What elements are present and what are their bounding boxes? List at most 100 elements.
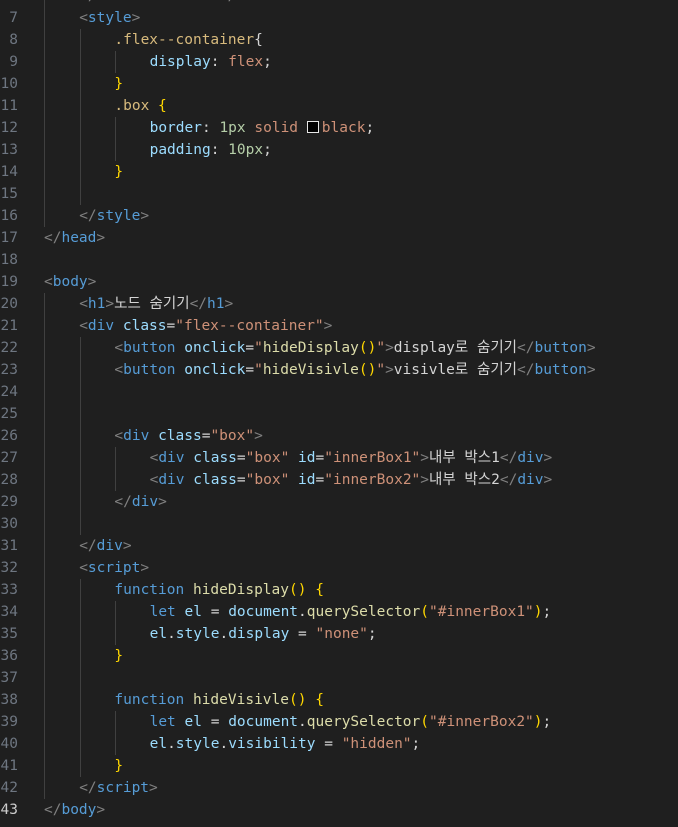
code-token: class [193,450,237,466]
line-number: 22 [0,340,18,356]
code-editor[interactable]: 7</title>Document</title>7<style>8.flex-… [0,0,678,821]
code-text: .box { [44,95,166,117]
code-token: div [517,472,544,488]
code-line[interactable]: 16 </style> [0,205,678,227]
line-number: 30 [0,516,18,532]
code-token: div [87,318,115,334]
line-number: 15 [0,186,18,202]
code-token: id [298,450,316,466]
code-token: "box" [245,472,290,488]
code-line[interactable]: 27 <div class="box" id="innerBox1">내부 박스1… [0,447,678,469]
code-token: . [298,714,307,730]
code-token: button [534,340,587,356]
line-number: 29 [0,494,18,510]
code-token: solid [254,120,299,136]
line-number: 14 [0,164,18,180]
code-token: document [228,714,299,730]
code-token: hideVisivle [262,362,359,378]
code-line[interactable]: 42 </script> [0,777,678,799]
code-line[interactable]: 30 [0,513,678,535]
code-token: () [358,340,377,356]
code-text: <div class="box"> [44,425,262,447]
code-line[interactable]: 10} [0,73,678,95]
code-line[interactable]: 14} [0,161,678,183]
code-token: querySelector [306,714,421,730]
code-line[interactable]: 37 [0,667,678,689]
code-line[interactable]: 9 display: flex; [0,51,678,73]
code-token: "flex--container" [175,318,324,334]
code-text: </title>Document</title> [44,0,289,7]
line-number: 26 [0,428,18,444]
code-token: 내부 박스1 [429,450,500,466]
code-line[interactable]: 36} [0,645,678,667]
code-text: el.style.visibility = "hidden"; [44,733,421,755]
code-line[interactable]: 20 <h1>노드 숨기기</h1> [0,293,678,315]
code-line[interactable]: 19 <body> [0,271,678,293]
code-text: let el = document.querySelector("#innerB… [44,601,552,623]
line-number: 16 [0,208,18,224]
code-line[interactable]: 29 </div> [0,491,678,513]
indent-guide [44,667,45,689]
code-line[interactable]: 23 <button onclick="hideVisivle()">visivl… [0,359,678,381]
code-token: div [131,494,159,510]
code-token: > [149,780,158,796]
code-token: "#innerBox1" [429,604,534,620]
indent-guide [44,183,45,205]
code-token: . [219,626,229,642]
code-line[interactable]: 28 <div class="box" id="innerBox2">내부 박스2… [0,469,678,491]
code-line[interactable]: 7</title>Document</title> [0,0,678,7]
code-line[interactable]: 32 <script> [0,557,678,579]
code-token: padding [149,142,211,158]
code-line[interactable]: 8 .flex--container{ [0,29,678,51]
code-line[interactable]: 26 <div class="box"> [0,425,678,447]
code-line[interactable]: 41} [0,755,678,777]
code-line[interactable]: 7 <style> [0,7,678,29]
code-token: .flex--container [114,32,255,48]
code-line[interactable]: 15 [0,183,678,205]
code-line[interactable]: 12 border: 1px solid black; [0,117,678,139]
code-line[interactable]: 34 let el = document.querySelector("#inne… [0,601,678,623]
code-token: "innerBox2" [324,472,421,488]
code-line[interactable]: 38 function hideVisivle() { [0,689,678,711]
code-line[interactable]: 25 [0,403,678,425]
code-line[interactable]: 11 .box { [0,95,678,117]
code-text: } [44,161,123,183]
code-line[interactable]: 21 <div class="flex--container"> [0,315,678,337]
code-token: > [586,340,596,356]
code-line[interactable]: 13 padding: 10px; [0,139,678,161]
code-token: body [52,274,88,290]
code-token: display로 숨기기 [393,340,517,356]
code-line[interactable]: 24 [0,381,678,403]
code-line[interactable]: 35 el.style.display = "none"; [0,623,678,645]
code-line[interactable]: 18 [0,249,678,271]
line-number: 10 [0,76,18,92]
code-token: ) [533,604,543,620]
code-text: let el = document.querySelector("#innerB… [44,711,552,733]
code-line[interactable]: 31 </div> [0,535,678,557]
code-line[interactable]: 43 </body> [0,799,678,821]
line-number: 27 [0,450,18,466]
code-text: el.style.display = "none"; [44,623,377,645]
code-line[interactable]: 33 function hideDisplay() { [0,579,678,601]
code-token: el [149,736,168,752]
code-line[interactable]: 22 <button onclick="hideDisplay()">displa… [0,337,678,359]
code-token: > [385,340,394,356]
line-number: 37 [0,670,18,686]
code-token: ; [365,120,375,136]
code-line[interactable]: 39 let el = document.querySelector("#inne… [0,711,678,733]
code-token: let [149,604,176,620]
line-number: 23 [0,362,18,378]
code-token: script [87,560,141,576]
code-token: 10px [228,142,264,158]
code-text: <button onclick="hideVisivle()">visivle로… [44,359,595,381]
code-text: </div> [44,491,166,513]
code-line[interactable]: 40 el.style.visibility = "hidden"; [0,733,678,755]
line-number: 24 [0,384,18,400]
code-token: black [321,120,366,136]
code-token: < [79,10,88,26]
color-swatch[interactable] [306,121,319,133]
code-line[interactable]: 17 </head> [0,227,678,249]
